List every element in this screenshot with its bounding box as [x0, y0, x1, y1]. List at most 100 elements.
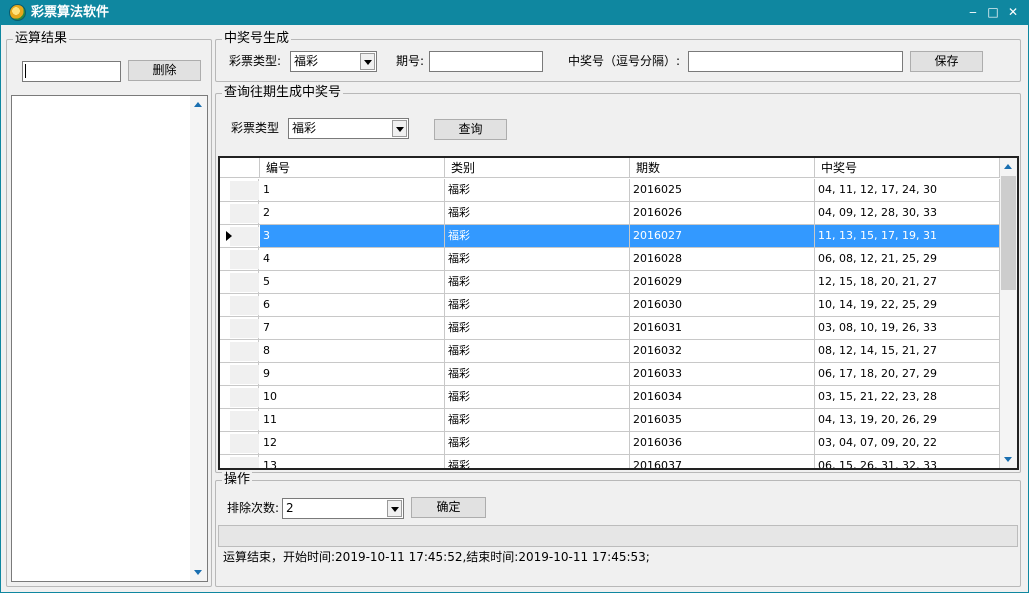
delete-button[interactable]: 删除 [128, 60, 201, 81]
table-cell[interactable]: 2016030 [630, 294, 815, 316]
table-cell[interactable]: 5 [260, 271, 445, 293]
row-header[interactable] [220, 271, 259, 293]
column-header[interactable]: 编号 [260, 158, 445, 178]
table-row[interactable]: 10 福彩 2016034 03, 15, 21, 22, 23, 28 [220, 386, 1000, 409]
table-cell[interactable]: 福彩 [445, 386, 630, 408]
close-icon[interactable]: ✕ [1004, 4, 1022, 20]
row-header[interactable] [220, 409, 259, 431]
table-row[interactable]: 5 福彩 2016029 12, 15, 18, 20, 21, 27 [220, 271, 1000, 294]
table-cell[interactable]: 2016033 [630, 363, 815, 385]
chevron-down-icon[interactable] [387, 500, 402, 517]
table-cell[interactable]: 9 [260, 363, 445, 385]
table-cell[interactable]: 2016028 [630, 248, 815, 270]
query-type-select[interactable]: 福彩 [288, 118, 409, 139]
table-cell[interactable]: 2016027 [630, 225, 815, 247]
row-header[interactable] [220, 225, 259, 247]
row-header[interactable] [220, 202, 259, 224]
table-row[interactable]: 12 福彩 2016036 03, 04, 07, 09, 20, 22 [220, 432, 1000, 455]
table-cell[interactable]: 福彩 [445, 202, 630, 224]
row-header[interactable] [220, 386, 259, 408]
result-scrollbar[interactable] [190, 96, 207, 581]
minimize-icon[interactable]: ‒ [964, 4, 982, 20]
scroll-down-icon[interactable] [190, 564, 207, 581]
exclude-count-select[interactable]: 2 [282, 498, 404, 519]
table-cell[interactable]: 福彩 [445, 179, 630, 201]
table-cell[interactable]: 3 [260, 225, 445, 247]
table-cell[interactable]: 2016037 [630, 455, 815, 468]
table-cell[interactable]: 福彩 [445, 248, 630, 270]
table-cell[interactable]: 8 [260, 340, 445, 362]
table-cell[interactable]: 12, 15, 18, 20, 21, 27 [815, 271, 1000, 293]
table-cell[interactable]: 福彩 [445, 363, 630, 385]
table-cell[interactable]: 06, 17, 18, 20, 27, 29 [815, 363, 1000, 385]
table-cell[interactable]: 2016032 [630, 340, 815, 362]
table-cell[interactable]: 04, 11, 12, 17, 24, 30 [815, 179, 1000, 201]
table-row[interactable]: 3 福彩 2016027 11, 13, 15, 17, 19, 31 [220, 225, 1000, 248]
table-cell[interactable]: 2016034 [630, 386, 815, 408]
table-cell[interactable]: 11, 13, 15, 17, 19, 31 [815, 225, 1000, 247]
table-cell[interactable]: 1 [260, 179, 445, 201]
table-cell[interactable]: 04, 09, 12, 28, 30, 33 [815, 202, 1000, 224]
query-button[interactable]: 查询 [434, 119, 507, 140]
table-row[interactable]: 4 福彩 2016028 06, 08, 12, 21, 25, 29 [220, 248, 1000, 271]
table-row[interactable]: 7 福彩 2016031 03, 08, 10, 19, 26, 33 [220, 317, 1000, 340]
grid-scroll-thumb[interactable] [1001, 176, 1016, 290]
table-row[interactable]: 9 福彩 2016033 06, 17, 18, 20, 27, 29 [220, 363, 1000, 386]
table-cell[interactable]: 03, 15, 21, 22, 23, 28 [815, 386, 1000, 408]
column-header[interactable]: 期数 [630, 158, 815, 178]
table-cell[interactable]: 03, 08, 10, 19, 26, 33 [815, 317, 1000, 339]
table-cell[interactable]: 04, 13, 19, 20, 26, 29 [815, 409, 1000, 431]
results-grid[interactable]: 编号 类别 期数 中奖号 1 福彩 2016025 04, 11, 12, 17, 2… [218, 156, 1019, 470]
table-cell[interactable]: 10 [260, 386, 445, 408]
table-cell[interactable]: 03, 04, 07, 09, 20, 22 [815, 432, 1000, 454]
result-input[interactable] [22, 61, 121, 82]
table-cell[interactable]: 福彩 [445, 340, 630, 362]
scroll-up-icon[interactable] [1000, 158, 1017, 175]
table-row[interactable]: 2 福彩 2016026 04, 09, 12, 28, 30, 33 [220, 202, 1000, 225]
table-row[interactable]: 6 福彩 2016030 10, 14, 19, 22, 25, 29 [220, 294, 1000, 317]
table-cell[interactable]: 10, 14, 19, 22, 25, 29 [815, 294, 1000, 316]
row-header[interactable] [220, 248, 259, 270]
table-cell[interactable]: 12 [260, 432, 445, 454]
result-listbox[interactable] [11, 95, 208, 582]
table-cell[interactable]: 福彩 [445, 432, 630, 454]
table-cell[interactable]: 2 [260, 202, 445, 224]
table-cell[interactable]: 6 [260, 294, 445, 316]
issue-input[interactable] [429, 51, 543, 72]
table-cell[interactable]: 福彩 [445, 294, 630, 316]
row-header[interactable] [220, 340, 259, 362]
table-cell[interactable]: 2016029 [630, 271, 815, 293]
table-cell[interactable]: 06, 08, 12, 21, 25, 29 [815, 248, 1000, 270]
table-cell[interactable]: 2016035 [630, 409, 815, 431]
table-cell[interactable]: 06, 15, 26, 31, 32, 33 [815, 455, 1000, 468]
chevron-down-icon[interactable] [392, 120, 407, 137]
row-header[interactable] [220, 363, 259, 385]
table-cell[interactable]: 福彩 [445, 225, 630, 247]
row-header[interactable] [220, 294, 259, 316]
table-cell[interactable]: 2016036 [630, 432, 815, 454]
row-header[interactable] [220, 179, 259, 201]
table-cell[interactable]: 2016025 [630, 179, 815, 201]
table-row[interactable]: 1 福彩 2016025 04, 11, 12, 17, 24, 30 [220, 179, 1000, 202]
table-row[interactable]: 13 福彩 2016037 06, 15, 26, 31, 32, 33 [220, 455, 1000, 468]
table-cell[interactable]: 08, 12, 14, 15, 21, 27 [815, 340, 1000, 362]
table-row[interactable]: 8 福彩 2016032 08, 12, 14, 15, 21, 27 [220, 340, 1000, 363]
table-cell[interactable]: 4 [260, 248, 445, 270]
table-row[interactable]: 11 福彩 2016035 04, 13, 19, 20, 26, 29 [220, 409, 1000, 432]
table-cell[interactable]: 2016031 [630, 317, 815, 339]
confirm-button[interactable]: 确定 [411, 497, 486, 518]
table-cell[interactable]: 福彩 [445, 455, 630, 468]
table-cell[interactable]: 福彩 [445, 317, 630, 339]
row-header[interactable] [220, 317, 259, 339]
column-header[interactable]: 中奖号 [815, 158, 1000, 178]
gen-type-select[interactable]: 福彩 [290, 51, 377, 72]
column-header[interactable]: 类别 [445, 158, 630, 178]
table-cell[interactable]: 7 [260, 317, 445, 339]
maximize-icon[interactable]: □ [984, 4, 1002, 20]
row-header[interactable] [220, 455, 259, 468]
table-cell[interactable]: 11 [260, 409, 445, 431]
table-cell[interactable]: 13 [260, 455, 445, 468]
table-cell[interactable]: 福彩 [445, 271, 630, 293]
numbers-input[interactable] [688, 51, 903, 72]
table-cell[interactable]: 2016026 [630, 202, 815, 224]
